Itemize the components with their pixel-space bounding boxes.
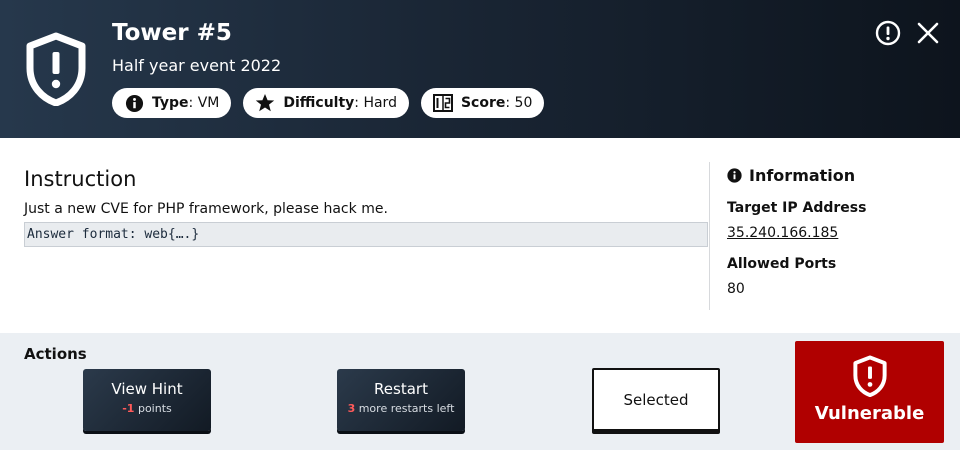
vulnerable-button[interactable]: Vulnerable [795, 341, 944, 443]
shield-alert-icon [26, 32, 86, 106]
score-value: 50 [514, 95, 533, 111]
alert-circle-icon[interactable] [875, 20, 901, 46]
difficulty-pill: Difficulty: Hard [243, 88, 409, 118]
allowed-ports-label: Allowed Ports [727, 256, 837, 272]
info-icon [124, 93, 144, 113]
score-sep: : [505, 95, 515, 111]
target-ip-link[interactable]: 35.240.166.185 [727, 225, 838, 241]
difficulty-value: Hard [363, 95, 397, 111]
scoreboard-icon [432, 93, 453, 113]
view-hint-button[interactable]: View Hint -1 points [83, 369, 211, 431]
info-icon [727, 168, 742, 183]
vertical-divider [709, 162, 710, 310]
view-hint-cost: -1 points [83, 402, 211, 415]
instruction-heading: Instruction [24, 167, 137, 191]
challenge-header: Tower #5 Half year event 2022 Type: VM D… [0, 0, 960, 138]
restart-button[interactable]: Restart 3 more restarts left [337, 369, 465, 431]
difficulty-sep: : [354, 95, 364, 111]
type-pill: Type: VM [112, 88, 232, 118]
shield-alert-icon [852, 355, 887, 397]
challenge-meta-pills: Type: VM Difficulty: Hard Score: 50 [112, 88, 545, 118]
view-hint-label: View Hint [111, 380, 183, 398]
answer-format-code: Answer format: web{….} [24, 222, 708, 247]
score-key: Score [460, 95, 506, 111]
star-icon [255, 93, 275, 113]
restarts-remaining: 3 more restarts left [337, 402, 465, 415]
target-ip-label: Target IP Address [727, 200, 867, 216]
actions-heading: Actions [24, 345, 87, 363]
allowed-ports-value: 80 [727, 281, 745, 297]
restarts-suffix: more restarts left [355, 402, 455, 415]
information-heading: Information [727, 166, 855, 185]
hint-cost-suffix: points [134, 402, 172, 415]
type-key: Type [152, 95, 189, 111]
actions-panel: Actions View Hint -1 points Restart 3 mo… [0, 333, 960, 450]
restart-label: Restart [374, 380, 428, 398]
score-pill: Score: 50 [420, 88, 545, 118]
information-title: Information [749, 166, 856, 185]
type-value: VM [197, 95, 220, 111]
vulnerable-label: Vulnerable [814, 403, 925, 424]
hint-cost-count: -1 [122, 402, 135, 415]
instruction-text: Just a new CVE for PHP framework, please… [24, 201, 388, 217]
difficulty-key: Difficulty [283, 95, 355, 111]
close-icon[interactable] [915, 20, 941, 46]
type-sep: : [188, 95, 198, 111]
selected-button[interactable]: Selected [592, 368, 720, 431]
challenge-title: Tower #5 [112, 20, 232, 46]
challenge-subtitle: Half year event 2022 [112, 56, 282, 75]
